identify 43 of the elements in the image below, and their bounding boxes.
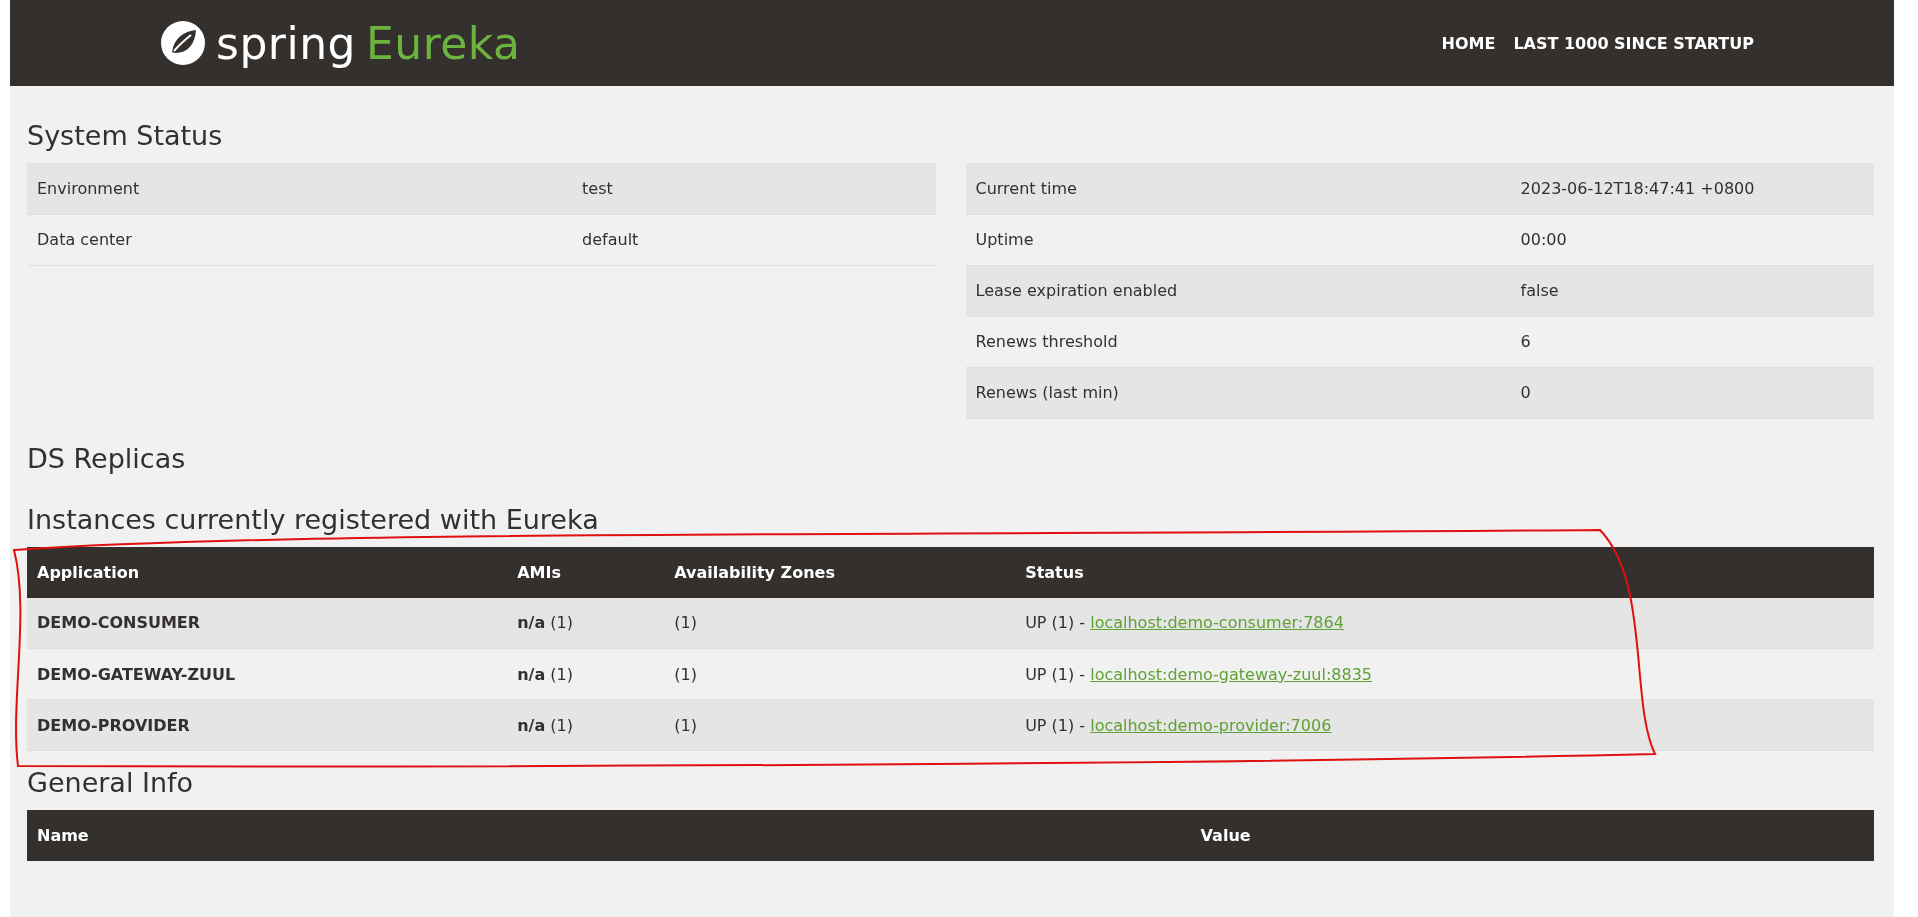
section-title: Instances currently registered with Eureka xyxy=(27,503,600,535)
zones-cell: (1) xyxy=(664,648,1016,700)
status-value: test xyxy=(572,163,936,214)
amis-cell: n/a (1) xyxy=(507,699,665,751)
column-header: Value xyxy=(1190,810,1874,861)
column-header: Availability Zones xyxy=(664,546,1016,598)
amis-cell: n/a (1) xyxy=(507,597,665,649)
status-label: Current time xyxy=(965,163,1511,214)
status-label: Renews (last min) xyxy=(965,367,1511,418)
section-title: System Status xyxy=(27,120,224,151)
zones-cell: (1) xyxy=(664,597,1016,649)
status-text: UP (1) - xyxy=(1025,664,1087,684)
section-title: General Info xyxy=(27,767,195,798)
column-header: Status xyxy=(1015,546,1874,598)
amis-cell: n/a (1) xyxy=(507,648,665,700)
status-label: Environment xyxy=(27,163,573,214)
status-value: default xyxy=(572,214,936,265)
status-label: Renews threshold xyxy=(965,316,1511,367)
status-value: 6 xyxy=(1510,316,1874,367)
nav-link[interactable]: HOME xyxy=(1441,33,1496,53)
instance-link[interactable]: localhost:demo-provider:7006 xyxy=(1090,715,1332,735)
instance-link[interactable]: localhost:demo-consumer:7864 xyxy=(1090,613,1344,633)
status-text: UP (1) - xyxy=(1025,613,1087,633)
status-label: Data center xyxy=(27,214,573,265)
application-name: DEMO-CONSUMER xyxy=(27,597,508,649)
product-name: Eureka xyxy=(366,17,521,69)
application-name: DEMO-GATEWAY-ZUUL xyxy=(27,648,508,700)
column-header: AMIs xyxy=(507,546,665,598)
status-value: 00:00 xyxy=(1510,214,1874,265)
application-name: DEMO-PROVIDER xyxy=(27,699,508,751)
zones-cell: (1) xyxy=(664,699,1016,751)
status-value: false xyxy=(1510,265,1874,316)
status-value: 0 xyxy=(1510,367,1874,418)
status-label: Uptime xyxy=(965,214,1511,265)
status-text: UP (1) - xyxy=(1025,715,1087,735)
column-header: Name xyxy=(27,810,1191,861)
column-header: Application xyxy=(27,546,508,598)
brand-word: spring xyxy=(216,17,356,69)
instance-link[interactable]: localhost:demo-gateway-zuul:8835 xyxy=(1090,664,1372,684)
status-label: Lease expiration enabled xyxy=(965,265,1511,316)
status-value: 2023-06-12T18:47:41 +0800 xyxy=(1510,163,1874,214)
nav-link[interactable]: LAST 1000 SINCE STARTUP xyxy=(1513,33,1754,53)
section-title: DS Replicas xyxy=(27,442,187,474)
